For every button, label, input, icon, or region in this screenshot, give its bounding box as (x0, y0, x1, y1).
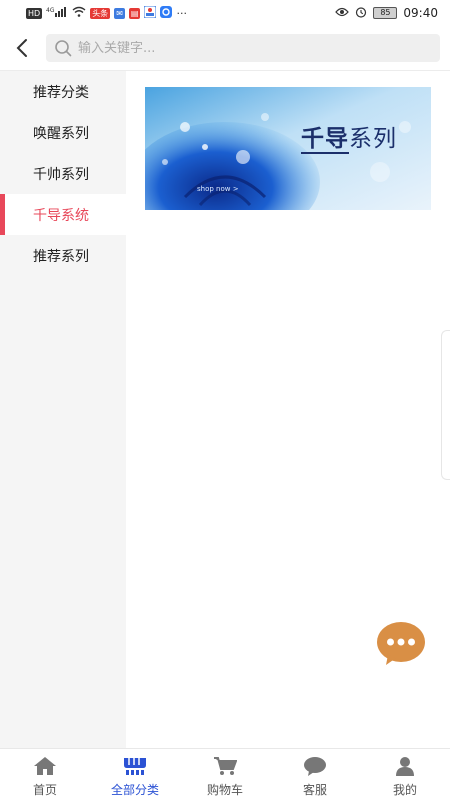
wifi-icon (72, 6, 86, 20)
news-icon: ▤ (128, 7, 141, 19)
nav-customer-service-label: 客服 (302, 783, 327, 797)
nav-home[interactable]: 首页 (0, 749, 90, 800)
app-notify-icon: 头条 (90, 7, 111, 19)
status-right: 85 09:40 (335, 6, 438, 21)
chat-bubble-icon (303, 755, 327, 777)
status-bar: HD 4G 头条 ✉ ▤ ··· 85 09:40 (0, 0, 450, 26)
more-icon: ··· (176, 6, 187, 20)
alarm-icon (355, 6, 367, 21)
search-icon (55, 40, 72, 57)
nav-my[interactable]: 我的 (360, 749, 450, 800)
nav-cart[interactable]: 购物车 (180, 749, 270, 800)
nav-home-label: 首页 (32, 783, 57, 797)
eye-icon (335, 7, 350, 20)
search-box[interactable] (46, 34, 440, 62)
banner-title: 千导系列 (301, 119, 397, 154)
mail-icon: ✉ (114, 7, 125, 19)
sidebar-item-recommend-category[interactable]: 推荐分类 (0, 71, 126, 112)
search-input[interactable] (78, 40, 408, 56)
nav-all-categories-label: 全部分类 (110, 783, 159, 797)
banner-shop-now: shop now > (197, 185, 239, 193)
category-icon (122, 755, 148, 777)
clock-time: 09:40 (403, 6, 438, 20)
hd-icon: HD (26, 7, 43, 19)
svg-text:4G: 4G (46, 7, 55, 14)
banner-title-bold: 千导 (301, 126, 349, 154)
cart-icon (213, 755, 237, 777)
sidebar-item-qianshuai-series[interactable]: 千帅系列 (0, 153, 126, 194)
signal-icon: 4G (46, 6, 68, 20)
nav-customer-service[interactable]: 客服 (270, 749, 360, 800)
customer-service-button[interactable] (376, 621, 426, 667)
app-icon (143, 5, 157, 21)
status-left: HD 4G 头条 ✉ ▤ ··· (26, 5, 187, 21)
user-icon (393, 755, 417, 777)
banner-title-rest: 系列 (349, 126, 397, 152)
battery-icon: 85 (373, 7, 398, 19)
sidebar-item-recommend-series[interactable]: 推荐系列 (0, 235, 126, 276)
back-button[interactable] (0, 26, 44, 70)
bottom-nav: 首页 全部分类 购物车 客服 我的 (0, 748, 450, 800)
app-icon-2 (160, 5, 173, 21)
chat-bubble-icon (377, 622, 425, 665)
nav-my-label: 我的 (392, 783, 417, 797)
side-drawer-handle[interactable] (441, 330, 450, 480)
category-banner[interactable]: 千导系列 shop now > (145, 87, 431, 210)
search-header (0, 26, 450, 70)
sidebar-item-awaken-series[interactable]: 唤醒系列 (0, 112, 126, 153)
sidebar-item-qiandao-system[interactable]: 千导系统 (0, 194, 126, 235)
nav-cart-label: 购物车 (206, 783, 243, 797)
category-sidebar: 推荐分类 唤醒系列 千帅系列 千导系统 推荐系列 (0, 71, 126, 748)
nav-all-categories[interactable]: 全部分类 (90, 749, 180, 800)
chevron-left-icon (16, 39, 27, 57)
home-icon (33, 755, 57, 777)
